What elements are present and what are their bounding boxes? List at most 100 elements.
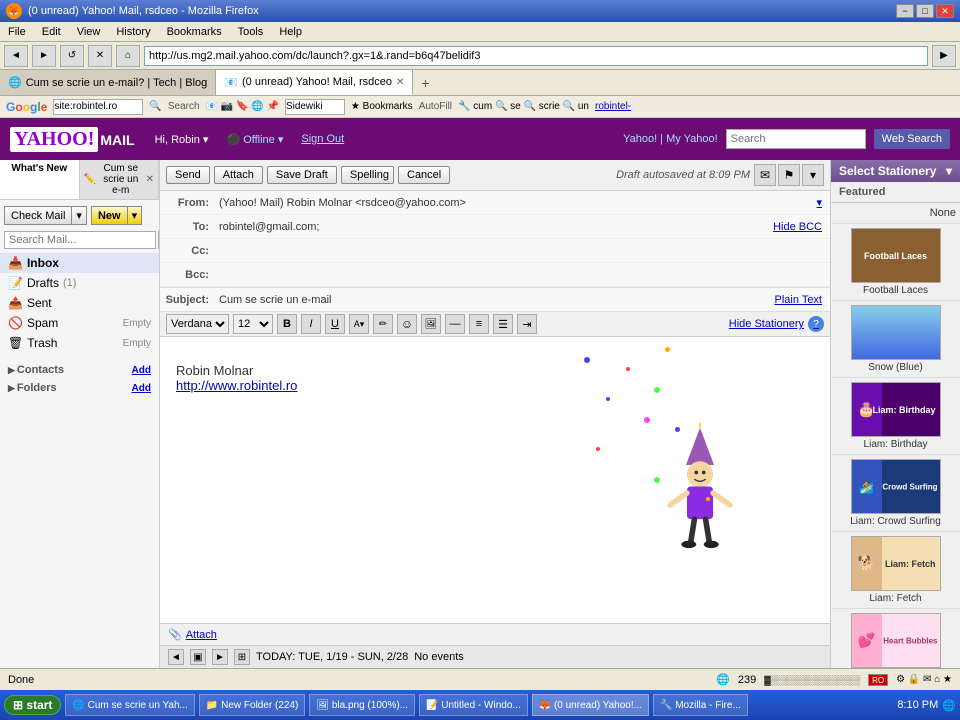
from-dropdown[interactable]: ▾ <box>808 196 830 209</box>
image-button[interactable]: 🖼 <box>421 314 441 334</box>
send-button[interactable]: Send <box>166 166 210 184</box>
spam-empty[interactable]: Empty <box>123 318 151 329</box>
web-search-button[interactable]: Web Search <box>874 129 950 149</box>
text-color-button[interactable]: A▾ <box>349 314 369 334</box>
sidebar-inbox[interactable]: 📥 Inbox <box>0 253 159 273</box>
whats-new-tab[interactable]: What's New <box>0 160 80 199</box>
menu-view[interactable]: View <box>73 25 105 39</box>
hide-stationery-link[interactable]: Hide Stationery ? <box>729 316 824 332</box>
stationery-liam-birthday[interactable]: 🎂 Liam: Birthday Liam: Birthday <box>831 378 960 455</box>
help-icon[interactable]: ? <box>808 316 824 332</box>
size-select[interactable]: 12 <box>233 314 273 334</box>
underline-button[interactable]: U <box>325 314 345 334</box>
stationery-snow-blue[interactable]: Snow (Blue) <box>831 301 960 378</box>
taskbar-item-folder[interactable]: 📁 New Folder (224) <box>199 694 305 716</box>
sidebar-drafts[interactable]: 📝 Drafts (1) <box>0 273 159 293</box>
cum-tab-close[interactable]: ✕ <box>146 174 154 185</box>
cancel-button[interactable]: Cancel <box>398 166 450 184</box>
cal-prev-button[interactable]: ◄ <box>168 649 184 665</box>
go-button[interactable]: ▶ <box>932 45 956 67</box>
flag-icon[interactable]: ⚑ <box>778 164 800 186</box>
stationery-liam-hearts[interactable]: 💕 Heart Bubbles Liam: Heart Bubbles <box>831 609 960 668</box>
minimize-button[interactable]: − <box>896 4 914 18</box>
to-value[interactable]: robintel@gmail.com; <box>215 219 765 235</box>
new-dropdown[interactable]: ▾ <box>127 206 143 225</box>
taskbar-item-image[interactable]: 🖼 bla.png (100%)... <box>309 694 415 716</box>
stationery-liam-fetch[interactable]: 🐕 Liam: Fetch Liam: Fetch <box>831 532 960 609</box>
envelope-icon[interactable]: ✉ <box>754 164 776 186</box>
italic-button[interactable]: I <box>301 314 321 334</box>
cum-tab[interactable]: ✏️ Cum se scrie un e-m ✕ <box>80 160 160 199</box>
taskbar-item-notepad[interactable]: 📝 Untitled - Windo... <box>419 694 528 716</box>
contacts-header[interactable]: ▶ Contacts Add <box>0 361 159 379</box>
stationery-none[interactable]: None <box>831 203 960 224</box>
emoji-button[interactable]: ☺ <box>397 314 417 334</box>
contacts-add[interactable]: Add <box>132 365 151 376</box>
hr-button[interactable]: — <box>445 314 465 334</box>
sidebar-sent[interactable]: 📤 Sent <box>0 293 159 313</box>
plain-text-link[interactable]: Plain Text <box>767 294 831 306</box>
tab-yahoo-mail[interactable]: 📧 (0 unread) Yahoo! Mail, rsdceo ✕ <box>216 70 413 95</box>
folders-header[interactable]: ▶ Folders Add <box>0 379 159 397</box>
stationery-liam-crowd[interactable]: 🏄 Crowd Surfing Liam: Crowd Surfing <box>831 455 960 532</box>
yahoo-status[interactable]: ⚫ Offline ▾ <box>226 133 283 146</box>
bold-button[interactable]: B <box>277 314 297 334</box>
bcc-value[interactable] <box>215 273 830 277</box>
cc-value[interactable] <box>215 249 830 253</box>
reload-button[interactable]: ↺ <box>60 45 84 67</box>
more-icon[interactable]: ▾ <box>802 164 824 186</box>
menu-help[interactable]: Help <box>275 25 306 39</box>
subject-value[interactable]: Cum se scrie un e-mail <box>215 292 767 308</box>
highlight-button[interactable]: ✏ <box>373 314 393 334</box>
address-bar[interactable] <box>144 46 928 66</box>
compose-body[interactable]: Robin Molnar http://www.robintel.ro <box>160 337 830 623</box>
tab-blog[interactable]: 🌐 Cum se scrie un e-mail? | Tech | Blog <box>0 70 216 95</box>
maximize-button[interactable]: □ <box>916 4 934 18</box>
indent-button[interactable]: ⇥ <box>517 314 537 334</box>
menu-edit[interactable]: Edit <box>38 25 65 39</box>
new-button[interactable]: New <box>91 206 127 225</box>
attach-button[interactable]: Attach <box>214 166 263 184</box>
menu-bookmarks[interactable]: Bookmarks <box>163 25 226 39</box>
yahoo-search-input[interactable] <box>726 129 866 149</box>
menu-tools[interactable]: Tools <box>234 25 268 39</box>
stationery-header[interactable]: Select Stationery ▾ <box>831 160 960 182</box>
save-draft-button[interactable]: Save Draft <box>267 166 337 184</box>
tab-new-button[interactable]: + <box>413 70 437 95</box>
sidewiki-input[interactable] <box>285 99 345 115</box>
stop-button[interactable]: ✕ <box>88 45 112 67</box>
trash-empty[interactable]: Empty <box>123 338 151 349</box>
confetti-2 <box>626 367 630 371</box>
cal-next-button[interactable]: ► <box>212 649 228 665</box>
menu-file[interactable]: File <box>4 25 30 39</box>
robintel-link[interactable]: robintel- <box>595 101 631 112</box>
list-button[interactable]: ☰ <box>493 314 513 334</box>
stationery-football-laces[interactable]: Football Laces Football Laces <box>831 224 960 301</box>
taskbar-item-mozilla[interactable]: 🔧 Mozilla - Fire... <box>653 694 748 716</box>
folders-add[interactable]: Add <box>132 383 151 394</box>
cal-grid-button[interactable]: ⊞ <box>234 649 250 665</box>
google-search-input[interactable] <box>53 99 143 115</box>
yahoo-signout[interactable]: Sign Out <box>301 133 344 145</box>
search-mail-input[interactable] <box>4 231 156 249</box>
home-button[interactable]: ⌂ <box>116 45 140 67</box>
forward-button[interactable]: ► <box>32 45 56 67</box>
sidebar-trash[interactable]: 🗑 Trash Empty <box>0 333 159 353</box>
taskbar-item-blog[interactable]: 🌐 Cum se scrie un Yah... <box>65 694 194 716</box>
spelling-button[interactable]: Spelling <box>341 166 394 184</box>
attach-label[interactable]: Attach <box>186 629 217 641</box>
start-button[interactable]: ⊞ start <box>4 695 61 715</box>
tab-yahoo-close[interactable]: ✕ <box>396 77 404 88</box>
signature-link[interactable]: http://www.robintel.ro <box>176 378 297 393</box>
back-button[interactable]: ◄ <box>4 45 28 67</box>
check-mail-button[interactable]: Check Mail <box>4 206 71 225</box>
close-button[interactable]: ✕ <box>936 4 954 18</box>
align-button[interactable]: ≡ <box>469 314 489 334</box>
menu-history[interactable]: History <box>112 25 154 39</box>
cal-nav-month[interactable]: ▣ <box>190 649 206 665</box>
sidebar-spam[interactable]: 🚫 Spam Empty <box>0 313 159 333</box>
taskbar-item-yahoo[interactable]: 🦊 (0 unread) Yahoo!... <box>532 694 649 716</box>
font-select[interactable]: Verdana <box>166 314 229 334</box>
check-mail-dropdown[interactable]: ▾ <box>71 206 87 225</box>
hide-bcc-link[interactable]: Hide BCC <box>765 221 830 233</box>
